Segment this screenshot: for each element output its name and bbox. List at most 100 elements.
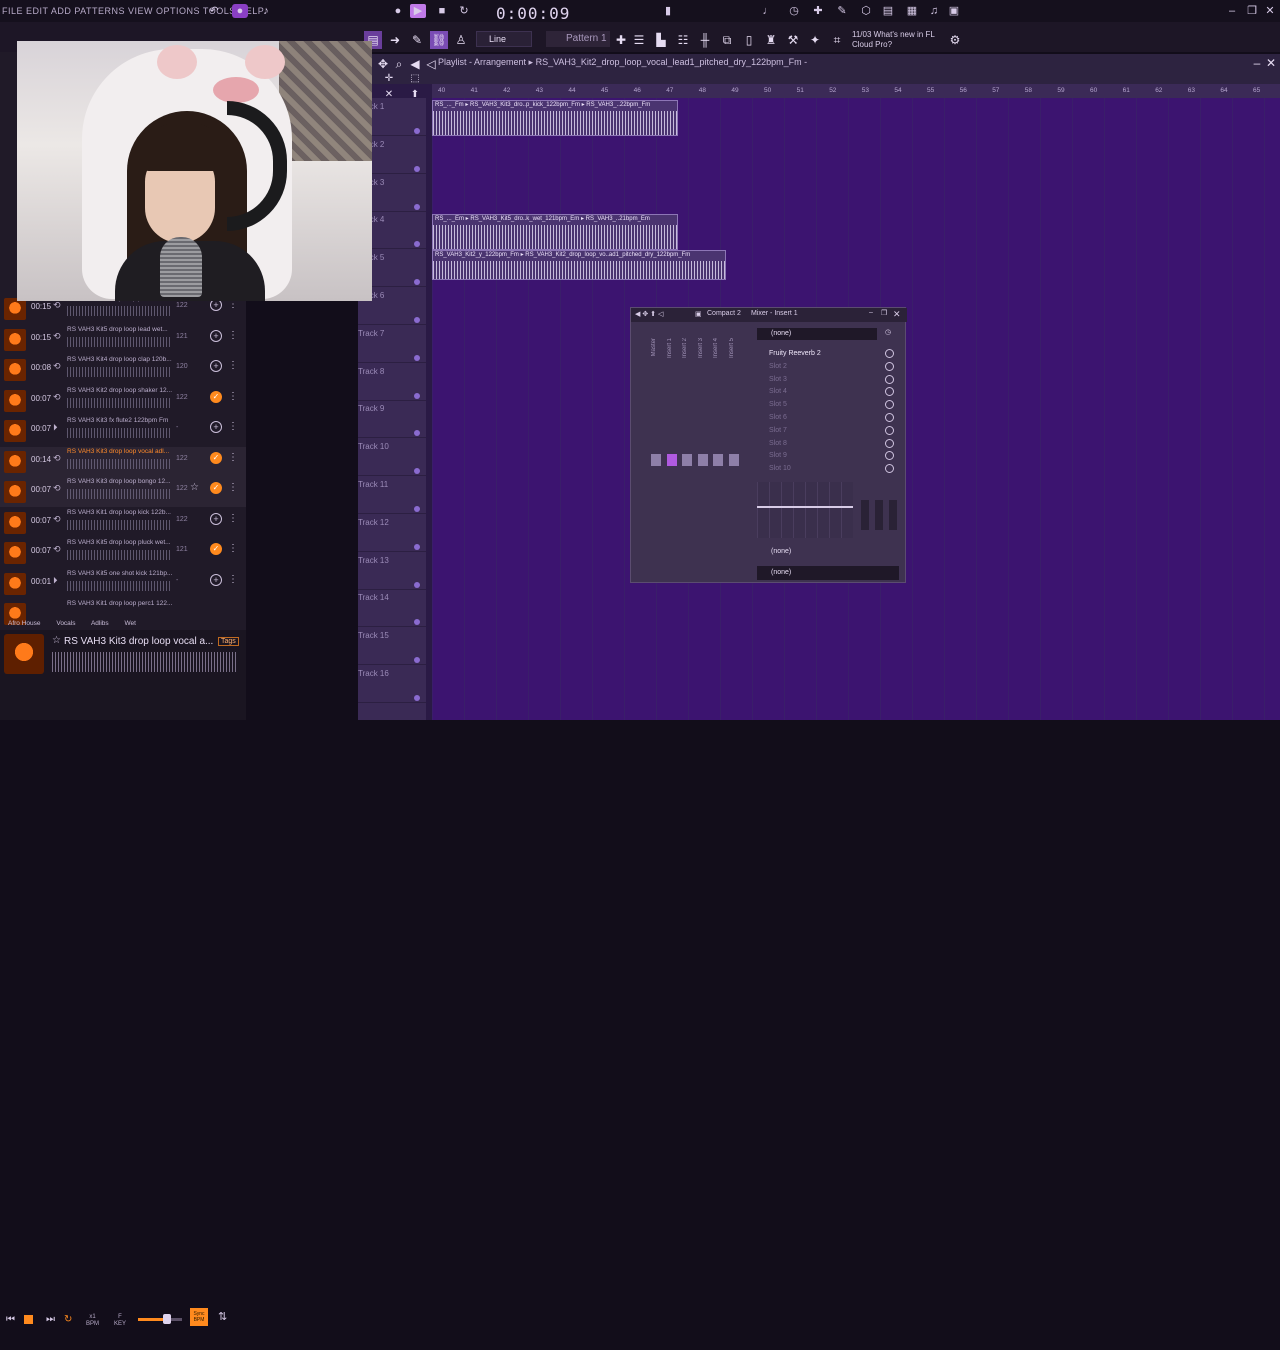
effect-enable-toggle[interactable] [885, 464, 894, 474]
sample-row[interactable]: 00:07 ⟲ RS VAH3 Kit5 drop loop pluck wet..… [0, 538, 246, 568]
record-icon[interactable]: ● [390, 4, 406, 18]
mixer-output-select[interactable]: (none) [771, 548, 791, 555]
undo-icon[interactable]: ↶ [206, 4, 222, 18]
tag-wet[interactable]: Wet [124, 620, 135, 627]
track-mute-dot[interactable] [414, 203, 420, 210]
drag-to-daw-icon[interactable]: ⇅ [218, 1310, 227, 1323]
track-mute-dot[interactable] [414, 392, 420, 399]
arrow-right-icon[interactable]: ➜ [386, 31, 404, 49]
stop-button[interactable] [24, 1315, 33, 1324]
track-header[interactable]: Track 14 [358, 589, 426, 628]
favorite-star-icon[interactable]: ☆ [190, 482, 199, 493]
favorite-star-icon[interactable]: ☆ [52, 635, 61, 646]
track-header[interactable]: Track 9 [358, 400, 426, 439]
mixer-restore-icon[interactable]: ❐ [881, 309, 887, 317]
effect-slot[interactable]: Slot 4 [757, 386, 894, 398]
track-mute-dot[interactable] [414, 354, 420, 361]
effect-slot[interactable]: Fruity Reeverb 2 [757, 348, 894, 360]
effect-enable-toggle[interactable] [885, 451, 894, 461]
track-mute-dot[interactable] [414, 619, 420, 626]
mixer-minimize-icon[interactable]: – [869, 309, 873, 316]
cloud-shop-icon[interactable]: ⌗ [828, 31, 846, 49]
add-plus-icon[interactable]: + [210, 360, 222, 372]
more-options-icon[interactable]: ⋮ [228, 513, 238, 524]
track-mute-dot[interactable] [414, 430, 420, 437]
tempo-icon[interactable]: ♪ [258, 4, 274, 18]
effect-slot[interactable]: Slot 9 [757, 450, 894, 462]
countdown-icon[interactable]: ✚ [810, 4, 826, 18]
track-mute-dot[interactable] [414, 165, 420, 172]
sample-row[interactable]: 00:08 ⟲ RS VAH3 Kit4 drop loop clap 120b..… [0, 355, 246, 385]
add-plus-icon[interactable]: + [210, 329, 222, 342]
effect-slot[interactable]: Slot 2 [757, 361, 894, 373]
mixer-fader[interactable] [651, 454, 661, 466]
more-options-icon[interactable]: ⋮ [228, 482, 238, 493]
track-header[interactable]: Track 10 [358, 438, 426, 477]
track-mute-dot[interactable] [414, 657, 420, 664]
loop-icon[interactable]: ⟲ [53, 392, 61, 403]
track-mute-dot[interactable] [414, 543, 420, 550]
loop-icon[interactable]: ⟲ [53, 544, 61, 555]
loop-record-icon[interactable]: ↻ [456, 4, 472, 18]
playlist-icon[interactable]: ☰ [630, 31, 648, 49]
track-header[interactable]: Track 15 [358, 627, 426, 666]
added-check-icon[interactable]: ✓ [210, 390, 222, 403]
effect-slot[interactable]: Slot 6 [757, 412, 894, 424]
mixer-strip[interactable]: Insert 3 [696, 334, 710, 534]
plugin-picker-icon[interactable]: ♜ [762, 31, 780, 49]
mixer-fader[interactable] [713, 454, 723, 466]
track-header[interactable]: Track 7 [358, 325, 426, 363]
mixer-input-clock-icon[interactable]: ◷ [885, 328, 891, 336]
prev-icon[interactable]: ⏮ [6, 1314, 15, 1325]
effect-enable-toggle[interactable] [885, 425, 894, 435]
effect-enable-toggle[interactable] [885, 438, 894, 448]
play-pattern-icon[interactable]: ▶ [410, 4, 426, 18]
mixer-strip[interactable]: Master [649, 334, 663, 534]
mixer-menu-icon[interactable]: ◀ ✥ ⬆ ◁ [635, 310, 663, 318]
effect-enable-toggle[interactable] [885, 413, 894, 422]
effect-slot[interactable]: Slot 3 [757, 374, 894, 386]
track-mute-dot[interactable] [414, 317, 420, 323]
step-edit-icon[interactable]: ✎ [834, 4, 850, 18]
browser-icon[interactable]: ▣ [946, 4, 962, 18]
track-header[interactable]: Track 12 [358, 514, 426, 552]
track-header[interactable]: Track 16 [358, 665, 426, 703]
mixer-fader[interactable] [728, 454, 739, 466]
piano-roll-icon[interactable]: ♫ [926, 4, 942, 18]
added-check-icon[interactable]: ✓ [210, 482, 222, 494]
add-plus-icon[interactable]: + [210, 573, 222, 586]
wait-icon[interactable]: ◷ [786, 4, 802, 18]
track-mute-dot[interactable] [414, 506, 420, 512]
draw-tool-icon[interactable]: ✎ [408, 31, 426, 49]
eq-band-1-slider[interactable] [861, 500, 869, 530]
track-mute-dot[interactable] [414, 581, 420, 588]
sync-bpm-button[interactable]: Sync BPM [190, 1308, 208, 1326]
mixer-shortcut-icon[interactable]: ▤ [880, 4, 896, 18]
restore-window-icon[interactable]: ❐ [1244, 4, 1260, 18]
close-window-icon[interactable]: ✕ [1262, 4, 1278, 18]
more-options-icon[interactable]: ⋮ [228, 360, 238, 371]
tools-icon[interactable]: ⚒ [784, 31, 802, 49]
mixer-strip[interactable]: Insert 5 [727, 334, 741, 534]
blend-icon[interactable]: ⬡ [858, 4, 874, 18]
sample-row[interactable]: 00:14 ⟲ RS VAH3 Kit3 drop loop vocal adl..… [0, 446, 246, 477]
sample-row[interactable]: 00:01 ⏵ RS VAH3 Kit5 one shot kick 121bp..… [0, 569, 246, 599]
plugin-icon[interactable]: ⧉ [718, 31, 736, 49]
mixer-fader[interactable] [682, 454, 692, 466]
bpm-multiplier[interactable]: x1 BPM [86, 1314, 99, 1328]
news-settings-icon[interactable]: ⚙ [946, 31, 964, 49]
mixer-input-select[interactable]: (none) [757, 328, 877, 340]
mixer-strip[interactable]: Insert 4 [711, 334, 725, 534]
volume-slider-handle[interactable] [163, 1314, 171, 1324]
audio-clip[interactable]: RS_..._Em ▸ RS_VAH3_Kit5_dro..k_wet_121b… [432, 214, 678, 250]
track-mute-dot[interactable] [414, 468, 420, 475]
effect-enable-toggle[interactable] [885, 361, 894, 371]
track-mute-dot[interactable] [414, 128, 420, 134]
news-panel[interactable]: 11/03 What's new in FL Cloud Pro? [852, 30, 935, 50]
eq-band-2-slider[interactable] [875, 500, 883, 530]
timeline-ruler[interactable]: 40 41 42 43 44 45 46 47 48 49 50 51 52 53 54 55 56 57 58 59… [432, 84, 1280, 98]
snap-mode-select[interactable]: Line [476, 31, 532, 47]
track-mute-dot[interactable] [414, 279, 420, 286]
pattern-select[interactable]: Pattern 1 [546, 31, 610, 47]
minimize-window-icon[interactable]: – [1224, 4, 1240, 18]
